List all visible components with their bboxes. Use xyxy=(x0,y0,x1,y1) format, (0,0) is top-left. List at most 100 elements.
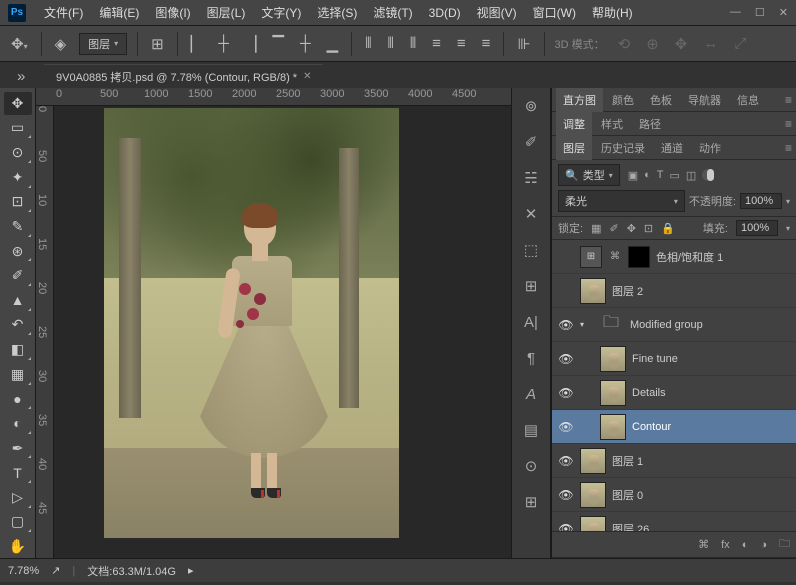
visibility-toggle[interactable]: 👁 xyxy=(558,522,574,532)
filter-pixel-icon[interactable]: ▣ xyxy=(628,169,638,182)
tab-paths[interactable]: 路径 xyxy=(632,112,668,136)
cc-libraries-icon[interactable]: ⊙ xyxy=(519,454,543,478)
fill-input[interactable]: 100% xyxy=(736,220,778,236)
distribute-3-icon[interactable]: ⫴ xyxy=(407,32,419,55)
layer-row[interactable]: 👁 图层 1 xyxy=(552,444,796,478)
lasso-tool[interactable]: ⊙ xyxy=(4,141,32,164)
filter-smart-icon[interactable]: ◫ xyxy=(686,169,696,182)
layer-row[interactable]: ⊞⌘ 色相/饱和度 1 xyxy=(552,240,796,274)
layer-name[interactable]: Details xyxy=(632,387,790,399)
tab-history[interactable]: 历史记录 xyxy=(594,136,652,160)
autoselect-dropdown[interactable]: 图层▾ xyxy=(79,33,127,55)
filter-toggle[interactable] xyxy=(702,169,714,181)
brush-settings-icon[interactable]: ✐ xyxy=(519,130,543,154)
layer-name[interactable]: 图层 0 xyxy=(612,487,790,503)
horizontal-ruler[interactable]: 050010001500200025003000350040004500 xyxy=(36,88,511,106)
layer-thumb[interactable] xyxy=(580,448,606,474)
layer-comps-icon[interactable]: ▤ xyxy=(519,418,543,442)
close-tab-icon[interactable]: ✕ xyxy=(303,71,311,82)
menu-image[interactable]: 图像(I) xyxy=(147,0,198,25)
expand-toggle[interactable]: ▾ xyxy=(580,320,592,329)
dodge-tool[interactable]: ◐ xyxy=(4,412,32,435)
document-tab[interactable]: 9V0A0885 拷贝.psd @ 7.78% (Contour, RGB/8)… xyxy=(44,64,323,88)
libraries-icon[interactable]: ⊞ xyxy=(519,274,543,298)
3d-roll-icon[interactable]: ⊕ xyxy=(643,32,662,56)
link-layers-icon[interactable]: ⌘ xyxy=(698,538,709,551)
layer-name[interactable]: 色相/饱和度 1 xyxy=(656,249,790,265)
align-vcenter-icon[interactable]: ┼ xyxy=(297,32,314,55)
layer-style-icon[interactable]: fx xyxy=(721,539,730,551)
tab-histogram[interactable]: 直方图 xyxy=(556,88,603,112)
tab-channels[interactable]: 通道 xyxy=(654,136,690,160)
auto-select-icon[interactable]: ◈ xyxy=(52,32,70,56)
3d-scale-icon[interactable]: ⤢ xyxy=(731,32,749,55)
window-minimize[interactable]: — xyxy=(730,6,741,19)
blur-tool[interactable]: ● xyxy=(4,388,32,411)
window-maximize[interactable]: ☐ xyxy=(755,6,765,19)
layer-thumb[interactable] xyxy=(600,414,626,440)
layer-name[interactable]: 图层 26 xyxy=(612,521,790,532)
tab-adjustments[interactable]: 调整 xyxy=(556,112,592,136)
tab-actions[interactable]: 动作 xyxy=(692,136,728,160)
lock-transparent-icon[interactable]: ▦ xyxy=(591,222,601,235)
zoom-level[interactable]: 7.78% xyxy=(8,565,39,577)
path-selection-tool[interactable]: ▷ xyxy=(4,486,32,509)
layer-row[interactable]: 👁 图层 0 xyxy=(552,478,796,512)
layer-row-group[interactable]: 👁 ▾ 🗀 Modified group xyxy=(552,308,796,342)
menu-3d[interactable]: 3D(D) xyxy=(421,2,469,24)
layer-thumb[interactable] xyxy=(580,482,606,508)
layer-mask-thumb[interactable] xyxy=(628,246,650,268)
lock-image-icon[interactable]: ✐ xyxy=(609,222,618,235)
brush-tool[interactable]: ✐ xyxy=(4,264,32,287)
eraser-tool[interactable]: ◧ xyxy=(4,338,32,361)
tab-swatches[interactable]: 色板 xyxy=(643,88,679,112)
brushes-icon[interactable]: ✕ xyxy=(519,202,543,226)
panel-icon-1[interactable]: ⊚ xyxy=(519,94,543,118)
lock-position-icon[interactable]: ✥ xyxy=(627,222,636,235)
document-canvas[interactable] xyxy=(104,108,399,538)
visibility-toggle[interactable]: 👁 xyxy=(558,454,574,468)
3d-slide-icon[interactable]: ↔ xyxy=(700,32,721,55)
layer-thumb[interactable] xyxy=(600,380,626,406)
3d-panel-icon[interactable]: ⬚ xyxy=(519,238,543,262)
magic-wand-tool[interactable]: ✦ xyxy=(4,166,32,189)
opacity-input[interactable]: 100% xyxy=(740,193,782,209)
distribute-6-icon[interactable]: ≡ xyxy=(479,32,494,55)
layer-filter-kind[interactable]: 🔍 类型▾ xyxy=(558,164,620,186)
distribute-1-icon[interactable]: ⫴ xyxy=(362,32,374,55)
layer-row[interactable]: 👁 图层 26 xyxy=(552,512,796,531)
hand-tool[interactable]: ✋ xyxy=(4,535,32,558)
measurement-log-icon[interactable]: ⊞ xyxy=(519,490,543,514)
distribute-5-icon[interactable]: ≡ xyxy=(454,32,469,55)
filter-adjustment-icon[interactable]: ◐ xyxy=(644,169,651,182)
crop-tool[interactable]: ⊡ xyxy=(4,191,32,214)
paragraph-panel-icon[interactable]: ¶ xyxy=(519,346,543,370)
layer-name[interactable]: Fine tune xyxy=(632,353,790,365)
move-tool[interactable]: ✥ xyxy=(4,92,32,115)
clone-stamp-tool[interactable]: ▲ xyxy=(4,289,32,312)
lock-artboard-icon[interactable]: ⊡ xyxy=(644,222,653,235)
move-tool-icon[interactable]: ✥▾ xyxy=(8,32,31,56)
character-panel-icon[interactable]: A| xyxy=(519,310,543,334)
menu-filter[interactable]: 滤镜(T) xyxy=(365,0,420,25)
brush-presets-icon[interactable]: ☵ xyxy=(519,166,543,190)
distribute-2-icon[interactable]: ⫴ xyxy=(385,32,397,55)
gradient-tool[interactable]: ▦ xyxy=(4,363,32,386)
distribute-4-icon[interactable]: ≡ xyxy=(429,32,444,55)
tab-info[interactable]: 信息 xyxy=(730,88,766,112)
layer-row[interactable]: 👁 Details xyxy=(552,376,796,410)
type-tool[interactable]: T xyxy=(4,461,32,484)
glyphs-panel-icon[interactable]: A xyxy=(519,382,543,406)
blend-mode-dropdown[interactable]: 柔光▾ xyxy=(558,190,685,212)
layer-name[interactable]: 图层 1 xyxy=(612,453,790,469)
visibility-toggle[interactable]: 👁 xyxy=(558,352,574,366)
lock-all-icon[interactable]: 🔒 xyxy=(661,222,675,235)
distribute-spacing-icon[interactable]: ⊪ xyxy=(514,32,533,56)
visibility-toggle[interactable]: 👁 xyxy=(558,488,574,502)
layer-row[interactable]: 👁 Contour xyxy=(552,410,796,444)
status-chevron[interactable]: ▸ xyxy=(188,564,194,577)
transform-controls-icon[interactable]: ⊞ xyxy=(148,32,167,56)
tab-color[interactable]: 颜色 xyxy=(605,88,641,112)
history-brush-tool[interactable]: ↶ xyxy=(4,314,32,337)
menu-help[interactable]: 帮助(H) xyxy=(584,0,641,25)
